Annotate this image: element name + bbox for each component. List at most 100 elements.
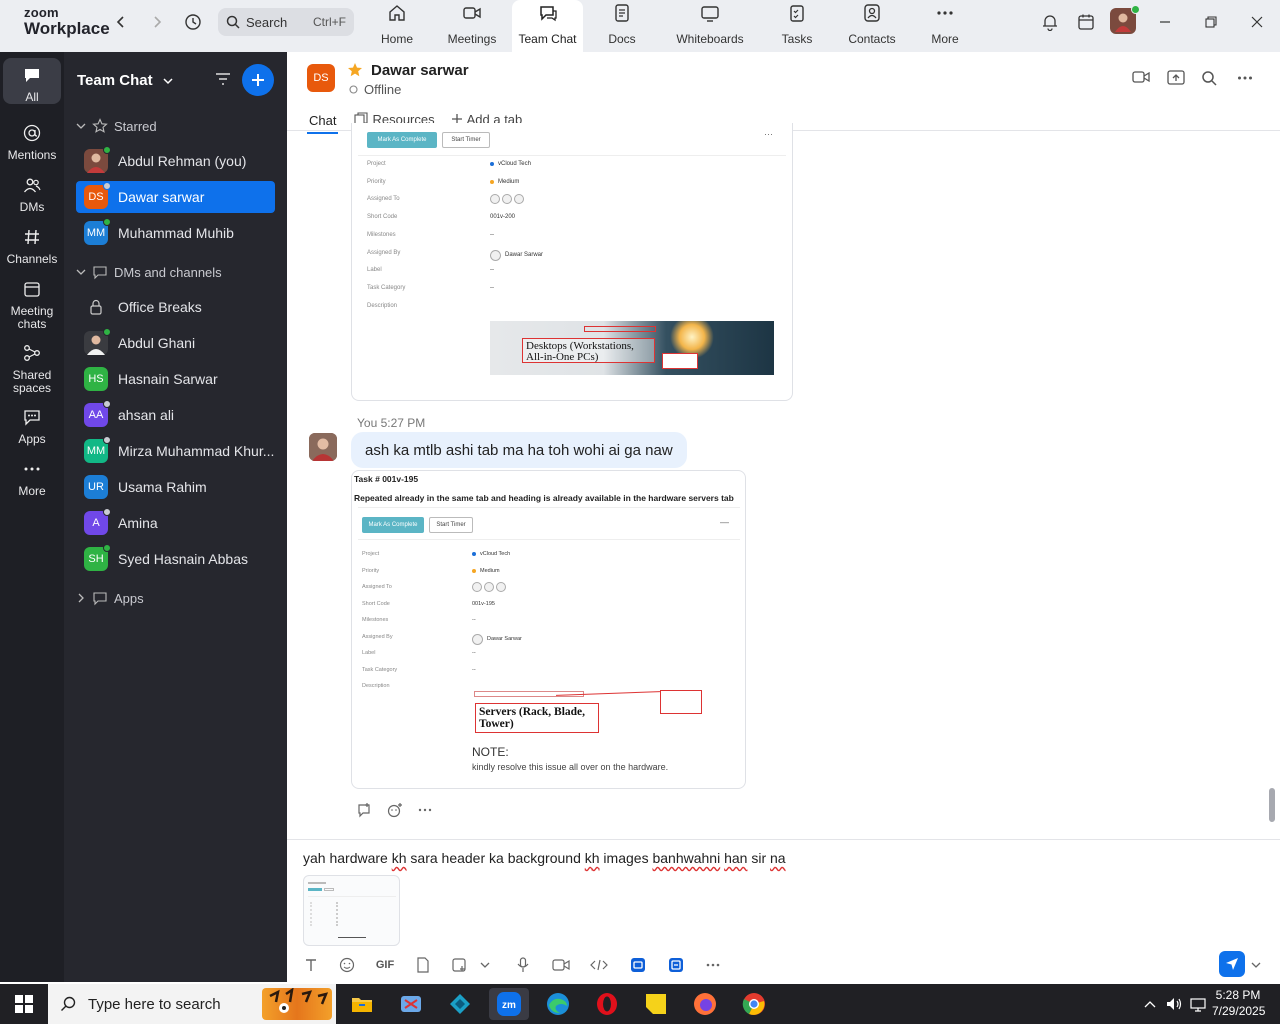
rail-item-meeting-chats[interactable]: Meeting chats (0, 272, 64, 331)
reply-icon[interactable] (357, 802, 373, 823)
apps-section-header[interactable]: Apps (76, 590, 144, 606)
tab-tasks[interactable]: Tasks (771, 0, 823, 52)
chrome-browser-icon[interactable] (734, 988, 774, 1020)
tab-docs[interactable]: Docs (592, 0, 652, 52)
sidebar-item-dawar-sarwar[interactable]: DS Dawar sarwar (76, 181, 275, 213)
rail-item-shared-spaces[interactable]: Shared spaces (0, 336, 64, 395)
history-icon[interactable] (181, 10, 205, 34)
rail-item-channels[interactable]: Channels (0, 220, 64, 266)
video-message-icon[interactable] (549, 955, 573, 975)
share-screen-icon[interactable] (1167, 70, 1185, 91)
new-chat-button[interactable] (242, 64, 274, 96)
sticky-notes-icon[interactable] (636, 988, 676, 1020)
microphone-icon[interactable] (511, 955, 535, 975)
sidebar-item-usama-rahim[interactable]: UR Usama Rahim (76, 471, 275, 503)
tab-label: Team Chat (518, 32, 577, 46)
code-snippet-icon[interactable] (587, 955, 611, 975)
app-icon-teal[interactable] (440, 988, 480, 1020)
mark-complete-button: Mark As Complete (362, 517, 424, 533)
sidebar-item-abdul-rehman-you[interactable]: Abdul Rehman (you) (76, 145, 275, 177)
tab-more[interactable]: More (915, 0, 975, 52)
rail-item-dms[interactable]: DMs (0, 168, 64, 214)
rail-item-mentions[interactable]: Mentions (0, 116, 64, 162)
avatar: UR (84, 475, 108, 499)
task-image-card-2[interactable]: Task # 001v-195 Repeated already in the … (351, 470, 746, 789)
more-actions-icon[interactable] (417, 802, 433, 823)
tab-contacts[interactable]: Contacts (842, 0, 902, 52)
calendar-icon[interactable] (1074, 10, 1098, 34)
app-integration-icon-2[interactable] (664, 955, 688, 975)
taskbar-clock[interactable]: 5:28 PM 7/29/2025 (1212, 987, 1265, 1019)
volume-icon[interactable] (1162, 988, 1186, 1020)
chat-scrollbar-thumb[interactable] (1269, 788, 1275, 822)
notification-bell-icon[interactable] (1038, 10, 1062, 34)
firefox-browser-icon[interactable] (685, 988, 725, 1020)
rail-item-more[interactable]: More (0, 452, 64, 498)
taskbar-search[interactable]: Type here to search (48, 984, 336, 1024)
tab-label: Meetings (447, 32, 497, 46)
tab-meetings[interactable]: Meetings (433, 0, 511, 52)
file-explorer-icon[interactable] (342, 988, 382, 1020)
sidebar-item-mirza-muhammad-khur[interactable]: MM Mirza Muhammad Khur... (76, 435, 275, 467)
starred-section-header[interactable]: Starred (76, 118, 157, 134)
add-reaction-icon[interactable] (387, 802, 403, 823)
sidebar-item-muhammad-muhib[interactable]: MM Muhammad Muhib (76, 217, 275, 249)
video-call-icon[interactable] (1132, 70, 1150, 89)
filter-icon[interactable] (214, 70, 232, 93)
screenshot-icon[interactable] (447, 955, 471, 975)
sidebar-item-label: Abdul Ghani (118, 335, 196, 351)
star-outline-icon (92, 118, 108, 133)
more-options-icon[interactable] (1237, 70, 1253, 91)
format-text-icon[interactable] (299, 955, 323, 975)
star-filled-icon[interactable] (347, 62, 363, 83)
forward-arrow-icon[interactable] (145, 10, 169, 34)
back-arrow-icon[interactable] (109, 10, 133, 34)
field-label: Task Category (362, 666, 398, 673)
dms-section-header[interactable]: DMs and channels (76, 264, 222, 280)
attached-image-thumbnail[interactable] (303, 875, 400, 946)
attach-file-icon[interactable] (411, 955, 435, 975)
tab-home[interactable]: Home (371, 0, 423, 52)
avatar-initials: UR (88, 481, 104, 493)
field-label: Description (362, 683, 390, 689)
tab-team-chat[interactable]: Team Chat (512, 0, 583, 52)
rail-item-apps[interactable]: Apps (0, 400, 64, 446)
send-options-chevron-icon[interactable] (1244, 955, 1268, 975)
message-bubble[interactable]: ash ka mtlb ashi tab ma ha toh wohi ai g… (351, 432, 687, 468)
zoom-app-icon[interactable]: zm (489, 988, 529, 1020)
sender-avatar[interactable] (309, 433, 337, 461)
compose-input[interactable]: yah hardware kh sara header ka backgroun… (303, 850, 786, 866)
sidebar-item-amina[interactable]: A Amina (76, 507, 275, 539)
send-button[interactable] (1219, 951, 1245, 977)
contact-avatar[interactable]: DS (307, 64, 335, 92)
rail-item-all[interactable]: All (3, 58, 61, 104)
profile-avatar[interactable] (1110, 5, 1140, 34)
chat-scrollbar[interactable] (1267, 132, 1275, 832)
tab-whiteboards[interactable]: Whiteboards (662, 0, 758, 52)
sidebar-item-syed-hasnain-abbas[interactable]: SH Syed Hasnain Abbas (76, 543, 275, 575)
search-icon[interactable] (1201, 70, 1217, 91)
app-integration-icon[interactable] (626, 955, 650, 975)
emoji-icon[interactable] (335, 955, 359, 975)
sidebar-item-office-breaks[interactable]: Office Breaks (76, 291, 275, 323)
contact-name[interactable]: Dawar sarwar (371, 62, 469, 79)
task-image-card-1[interactable]: Mark As Complete Start Timer ··· Project… (351, 123, 793, 401)
tray-chevron-up-icon[interactable] (1138, 988, 1162, 1020)
restore-window-icon[interactable] (1198, 10, 1224, 34)
sidebar-title[interactable]: Team Chat (77, 72, 173, 89)
sidebar-item-hasnain-sarwar[interactable]: HS Hasnain Sarwar (76, 363, 275, 395)
more-tools-icon[interactable] (701, 955, 725, 975)
snipping-tool-icon[interactable] (391, 988, 431, 1020)
minimize-window-icon[interactable] (1152, 10, 1178, 34)
search-input[interactable]: Search Ctrl+F (218, 8, 354, 36)
edge-browser-icon[interactable] (538, 988, 578, 1020)
gif-button[interactable]: GIF (373, 955, 397, 975)
network-icon[interactable] (1186, 988, 1210, 1020)
opera-browser-icon[interactable] (587, 988, 627, 1020)
close-window-icon[interactable] (1244, 10, 1270, 34)
field-label: Description (367, 302, 398, 309)
chevron-down-icon[interactable] (473, 955, 497, 975)
sidebar-item-ahsan-ali[interactable]: AA ahsan ali (76, 399, 275, 431)
sidebar-item-abdul-ghani[interactable]: Abdul Ghani (76, 327, 275, 359)
windows-start-icon[interactable] (4, 988, 44, 1020)
